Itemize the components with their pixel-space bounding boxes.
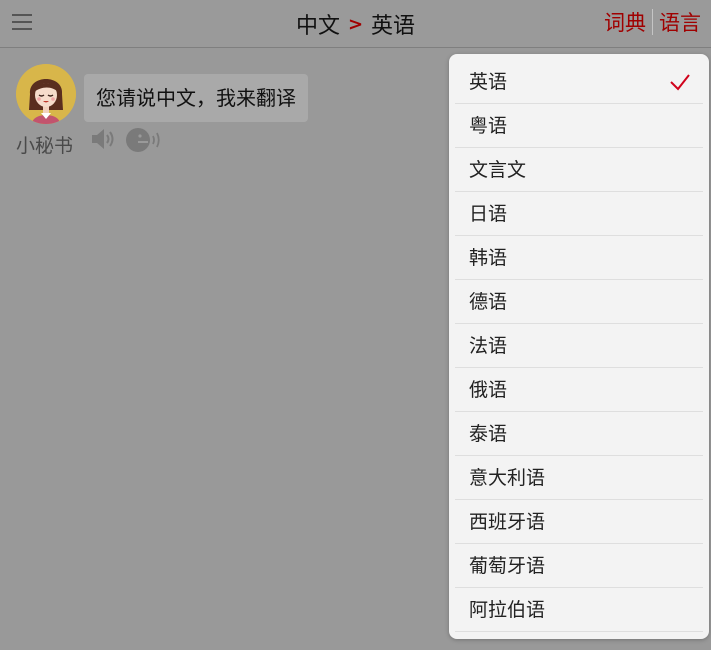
language-option-label: 俄语 bbox=[469, 379, 508, 401]
language-dropdown: 英语粤语文言文日语韩语德语法语俄语泰语意大利语西班牙语葡萄牙语阿拉伯语 bbox=[449, 54, 709, 639]
speaker-icon[interactable] bbox=[90, 126, 118, 152]
hamburger-menu-icon[interactable] bbox=[12, 12, 34, 32]
dictionary-button[interactable]: 词典 bbox=[598, 7, 652, 37]
language-option-label: 日语 bbox=[469, 203, 508, 225]
direction-arrow: > bbox=[347, 13, 364, 35]
language-option-label: 意大利语 bbox=[469, 467, 546, 489]
language-option-label: 英语 bbox=[469, 71, 508, 93]
language-option-label: 韩语 bbox=[469, 247, 508, 269]
language-option-label: 粤语 bbox=[469, 115, 508, 137]
language-option[interactable]: 泰语 bbox=[455, 412, 703, 456]
language-option[interactable]: 文言文 bbox=[455, 148, 703, 192]
girl-avatar-icon[interactable] bbox=[16, 64, 76, 124]
language-option[interactable]: 日语 bbox=[455, 192, 703, 236]
language-option[interactable]: 意大利语 bbox=[455, 456, 703, 500]
language-option[interactable]: 法语 bbox=[455, 324, 703, 368]
target-language[interactable]: 英语 bbox=[371, 8, 415, 40]
bot-name: 小秘书 bbox=[16, 135, 74, 157]
message-bubble: 您请说中文，我来翻译 bbox=[84, 74, 308, 122]
language-option[interactable]: 粤语 bbox=[455, 104, 703, 148]
language-option-label: 葡萄牙语 bbox=[469, 555, 546, 577]
language-option[interactable]: 阿拉伯语 bbox=[455, 588, 703, 632]
divider bbox=[652, 9, 653, 35]
language-option-label: 泰语 bbox=[469, 423, 508, 445]
language-option[interactable]: 英语 bbox=[455, 60, 703, 104]
language-option-label: 阿拉伯语 bbox=[469, 599, 546, 621]
language-option[interactable]: 葡萄牙语 bbox=[455, 544, 703, 588]
language-list: 英语粤语文言文日语韩语德语法语俄语泰语意大利语西班牙语葡萄牙语阿拉伯语 bbox=[449, 54, 709, 632]
language-option-label: 德语 bbox=[469, 291, 508, 313]
language-option[interactable]: 德语 bbox=[455, 280, 703, 324]
source-language[interactable]: 中文 bbox=[296, 8, 340, 40]
language-option-label: 西班牙语 bbox=[469, 511, 546, 533]
voice-speaking-icon[interactable] bbox=[126, 126, 164, 154]
language-option[interactable]: 俄语 bbox=[455, 368, 703, 412]
language-option[interactable]: 韩语 bbox=[455, 236, 703, 280]
language-button[interactable]: 语言 bbox=[653, 7, 707, 37]
language-option[interactable]: 西班牙语 bbox=[455, 500, 703, 544]
language-option-label: 法语 bbox=[469, 335, 508, 357]
language-option-label: 文言文 bbox=[469, 159, 527, 181]
checkmark-icon bbox=[670, 74, 690, 91]
top-actions: 词典 语言 bbox=[598, 0, 707, 44]
top-bar: 中文 > 英语 词典 语言 bbox=[0, 0, 711, 48]
